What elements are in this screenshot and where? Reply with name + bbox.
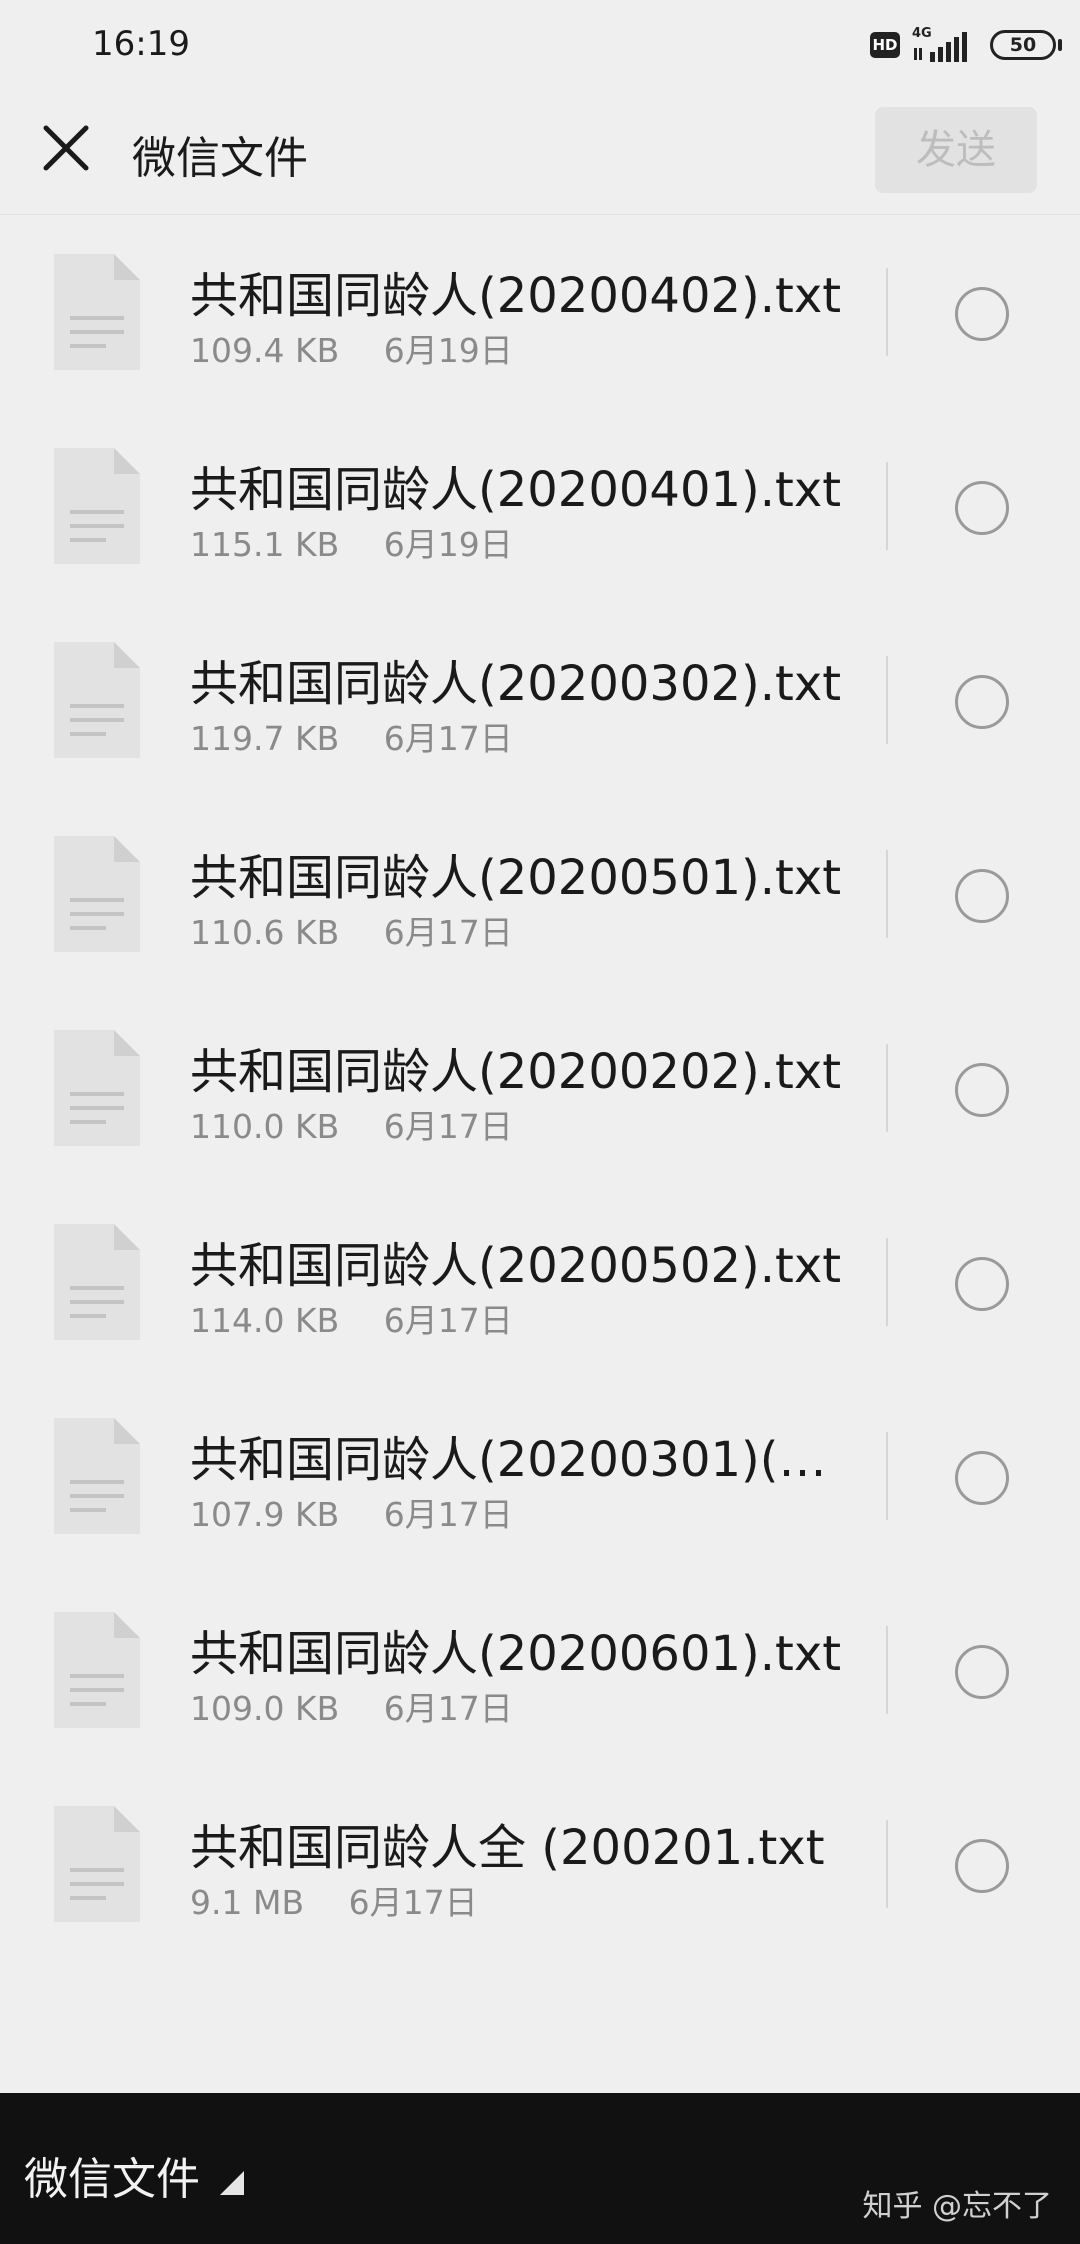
source-selector[interactable]: 微信文件 [24,2143,200,2207]
file-meta: 110.6 KB 6月17日 [190,906,513,954]
file-name: 共和国同龄人(20200202).txt [190,1044,842,1100]
select-radio[interactable] [955,1839,1009,1893]
file-size: 107.9 KB [190,1495,340,1534]
signal-icon [914,32,967,62]
file-meta: 109.4 KB 6月19日 [190,324,513,372]
document-icon [54,1224,140,1340]
file-name: 共和国同龄人(20200502).txt [190,1238,842,1294]
row-divider [886,268,888,356]
page-title: 微信文件 [132,133,308,184]
row-divider [886,1820,888,1908]
battery-tip [1058,39,1062,51]
select-radio[interactable] [955,869,1009,923]
select-radio[interactable] [955,675,1009,729]
document-icon [54,1612,140,1728]
row-divider [886,462,888,550]
watermark: 知乎 @忘不了 [862,2189,1052,2224]
file-size: 114.0 KB [190,1301,340,1340]
file-size: 109.0 KB [190,1689,340,1728]
file-row[interactable]: 共和国同龄人(20200601).txt 109.0 KB 6月17日 [0,1574,1080,1768]
bottom-bar: 微信文件 知乎 @忘不了 [0,2093,1080,2244]
document-icon [54,1806,140,1922]
file-size: 115.1 KB [190,525,340,564]
file-name: 共和国同龄人(20200301)(2… [190,1432,856,1488]
file-meta: 114.0 KB 6月17日 [190,1294,513,1342]
file-name: 共和国同龄人(20200302).txt [190,656,842,712]
file-date: 6月17日 [383,1495,513,1534]
file-row[interactable]: 共和国同龄人(20200501).txt 110.6 KB 6月17日 [0,798,1080,992]
document-icon [54,254,140,370]
file-date: 6月19日 [383,331,513,370]
status-time: 16:19 [92,24,190,64]
file-name: 共和国同龄人(20200601).txt [190,1626,842,1682]
file-name: 共和国同龄人(20200402).txt [190,268,842,324]
status-icons: HD 4G 50 [840,26,1080,66]
file-date: 6月17日 [383,1107,513,1146]
file-meta: 119.7 KB 6月17日 [190,712,513,760]
document-icon [54,1418,140,1534]
file-meta: 115.1 KB 6月19日 [190,518,513,566]
document-icon [54,1030,140,1146]
file-name: 共和国同龄人全 (200201.txt [190,1820,825,1876]
row-divider [886,1044,888,1132]
select-radio[interactable] [955,481,1009,535]
hd-icon: HD [870,32,900,58]
file-row[interactable]: 共和国同龄人(20200302).txt 119.7 KB 6月17日 [0,604,1080,798]
file-name: 共和国同龄人(20200501).txt [190,850,842,906]
battery-icon: 50 [990,30,1056,60]
file-meta: 9.1 MB 6月17日 [190,1876,478,1924]
close-button[interactable] [36,118,96,178]
close-icon [43,125,89,171]
row-divider [886,1432,888,1520]
select-radio[interactable] [955,1645,1009,1699]
file-row[interactable]: 共和国同龄人(20200202).txt 110.0 KB 6月17日 [0,992,1080,1186]
file-row[interactable]: 共和国同龄人全 (200201.txt 9.1 MB 6月17日 [0,1768,1080,1962]
row-divider [886,850,888,938]
file-size: 110.0 KB [190,1107,340,1146]
row-divider [886,656,888,744]
row-divider [886,1238,888,1326]
status-bar: 16:19 HD 4G 50 [0,0,1080,90]
file-date: 6月17日 [383,1301,513,1340]
file-list: 共和国同龄人(20200402).txt 109.4 KB 6月19日 共和国同… [0,216,1080,1962]
file-name: 共和国同龄人(20200401).txt [190,462,842,518]
select-radio[interactable] [955,287,1009,341]
file-size: 110.6 KB [190,913,340,952]
file-meta: 110.0 KB 6月17日 [190,1100,513,1148]
select-radio[interactable] [955,1257,1009,1311]
document-icon [54,642,140,758]
row-divider [886,1626,888,1714]
file-meta: 107.9 KB 6月17日 [190,1488,513,1536]
file-size: 9.1 MB [190,1883,305,1922]
file-date: 6月17日 [383,913,513,952]
send-button[interactable]: 发送 [875,107,1037,193]
file-date: 6月17日 [383,719,513,758]
file-row[interactable]: 共和国同龄人(20200301)(2… 107.9 KB 6月17日 [0,1380,1080,1574]
file-size: 109.4 KB [190,331,340,370]
file-size: 119.7 KB [190,719,340,758]
header-bar: 微信文件 发送 [0,90,1080,215]
select-radio[interactable] [955,1063,1009,1117]
file-date: 6月19日 [383,525,513,564]
document-icon [54,448,140,564]
select-radio[interactable] [955,1451,1009,1505]
file-date: 6月17日 [348,1883,478,1922]
file-row[interactable]: 共和国同龄人(20200502).txt 114.0 KB 6月17日 [0,1186,1080,1380]
file-date: 6月17日 [383,1689,513,1728]
file-meta: 109.0 KB 6月17日 [190,1682,513,1730]
document-icon [54,836,140,952]
dropdown-triangle-icon[interactable] [218,2169,246,2197]
file-row[interactable]: 共和国同龄人(20200401).txt 115.1 KB 6月19日 [0,410,1080,604]
file-row[interactable]: 共和国同龄人(20200402).txt 109.4 KB 6月19日 [0,216,1080,410]
